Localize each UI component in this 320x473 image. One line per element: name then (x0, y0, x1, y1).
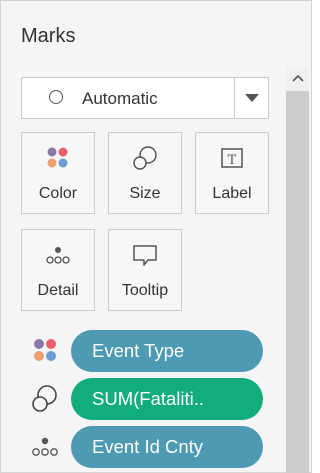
detail-card[interactable]: Detail (21, 229, 95, 311)
field-row-detail: Event Id Cnty (29, 426, 265, 468)
detail-icon (22, 240, 94, 272)
marks-panel: Marks Automatic Color Size T Label Detai… (0, 0, 312, 473)
size-card[interactable]: Size (108, 132, 182, 214)
label-card[interactable]: T Label (195, 132, 269, 214)
field-row-size: SUM(Fataliti.. (29, 378, 265, 420)
circle-icon (49, 90, 63, 104)
size-card-label: Size (129, 185, 161, 202)
color-card-label: Color (38, 185, 78, 202)
color-icon (22, 143, 94, 175)
detail-card-label: Detail (37, 282, 79, 299)
event-id-cnty-pill[interactable]: Event Id Cnty (71, 426, 263, 468)
marks-title: Marks (21, 25, 76, 47)
size-icon (29, 384, 61, 414)
color-card[interactable]: Color (21, 132, 95, 214)
scrollbar-thumb[interactable] (286, 91, 309, 473)
detail-icon (29, 432, 61, 462)
vertical-scrollbar[interactable] (286, 67, 309, 473)
label-card-label: Label (212, 185, 252, 202)
tooltip-card-label: Tooltip (121, 282, 169, 299)
color-icon (29, 336, 61, 366)
tooltip-icon (109, 240, 181, 272)
dropdown-divider (234, 78, 235, 118)
label-icon: T (196, 143, 268, 175)
scroll-up-icon[interactable] (286, 67, 309, 89)
mark-type-value: Automatic (82, 89, 158, 108)
mark-type-dropdown[interactable]: Automatic (21, 77, 269, 119)
chevron-down-icon[interactable] (245, 94, 259, 102)
sum-fatalities-pill[interactable]: SUM(Fataliti.. (71, 378, 263, 420)
event-type-pill[interactable]: Event Type (71, 330, 263, 372)
tooltip-card[interactable]: Tooltip (108, 229, 182, 311)
size-icon (109, 143, 181, 175)
svg-text:T: T (228, 153, 237, 168)
field-row-color: Event Type (29, 330, 265, 372)
